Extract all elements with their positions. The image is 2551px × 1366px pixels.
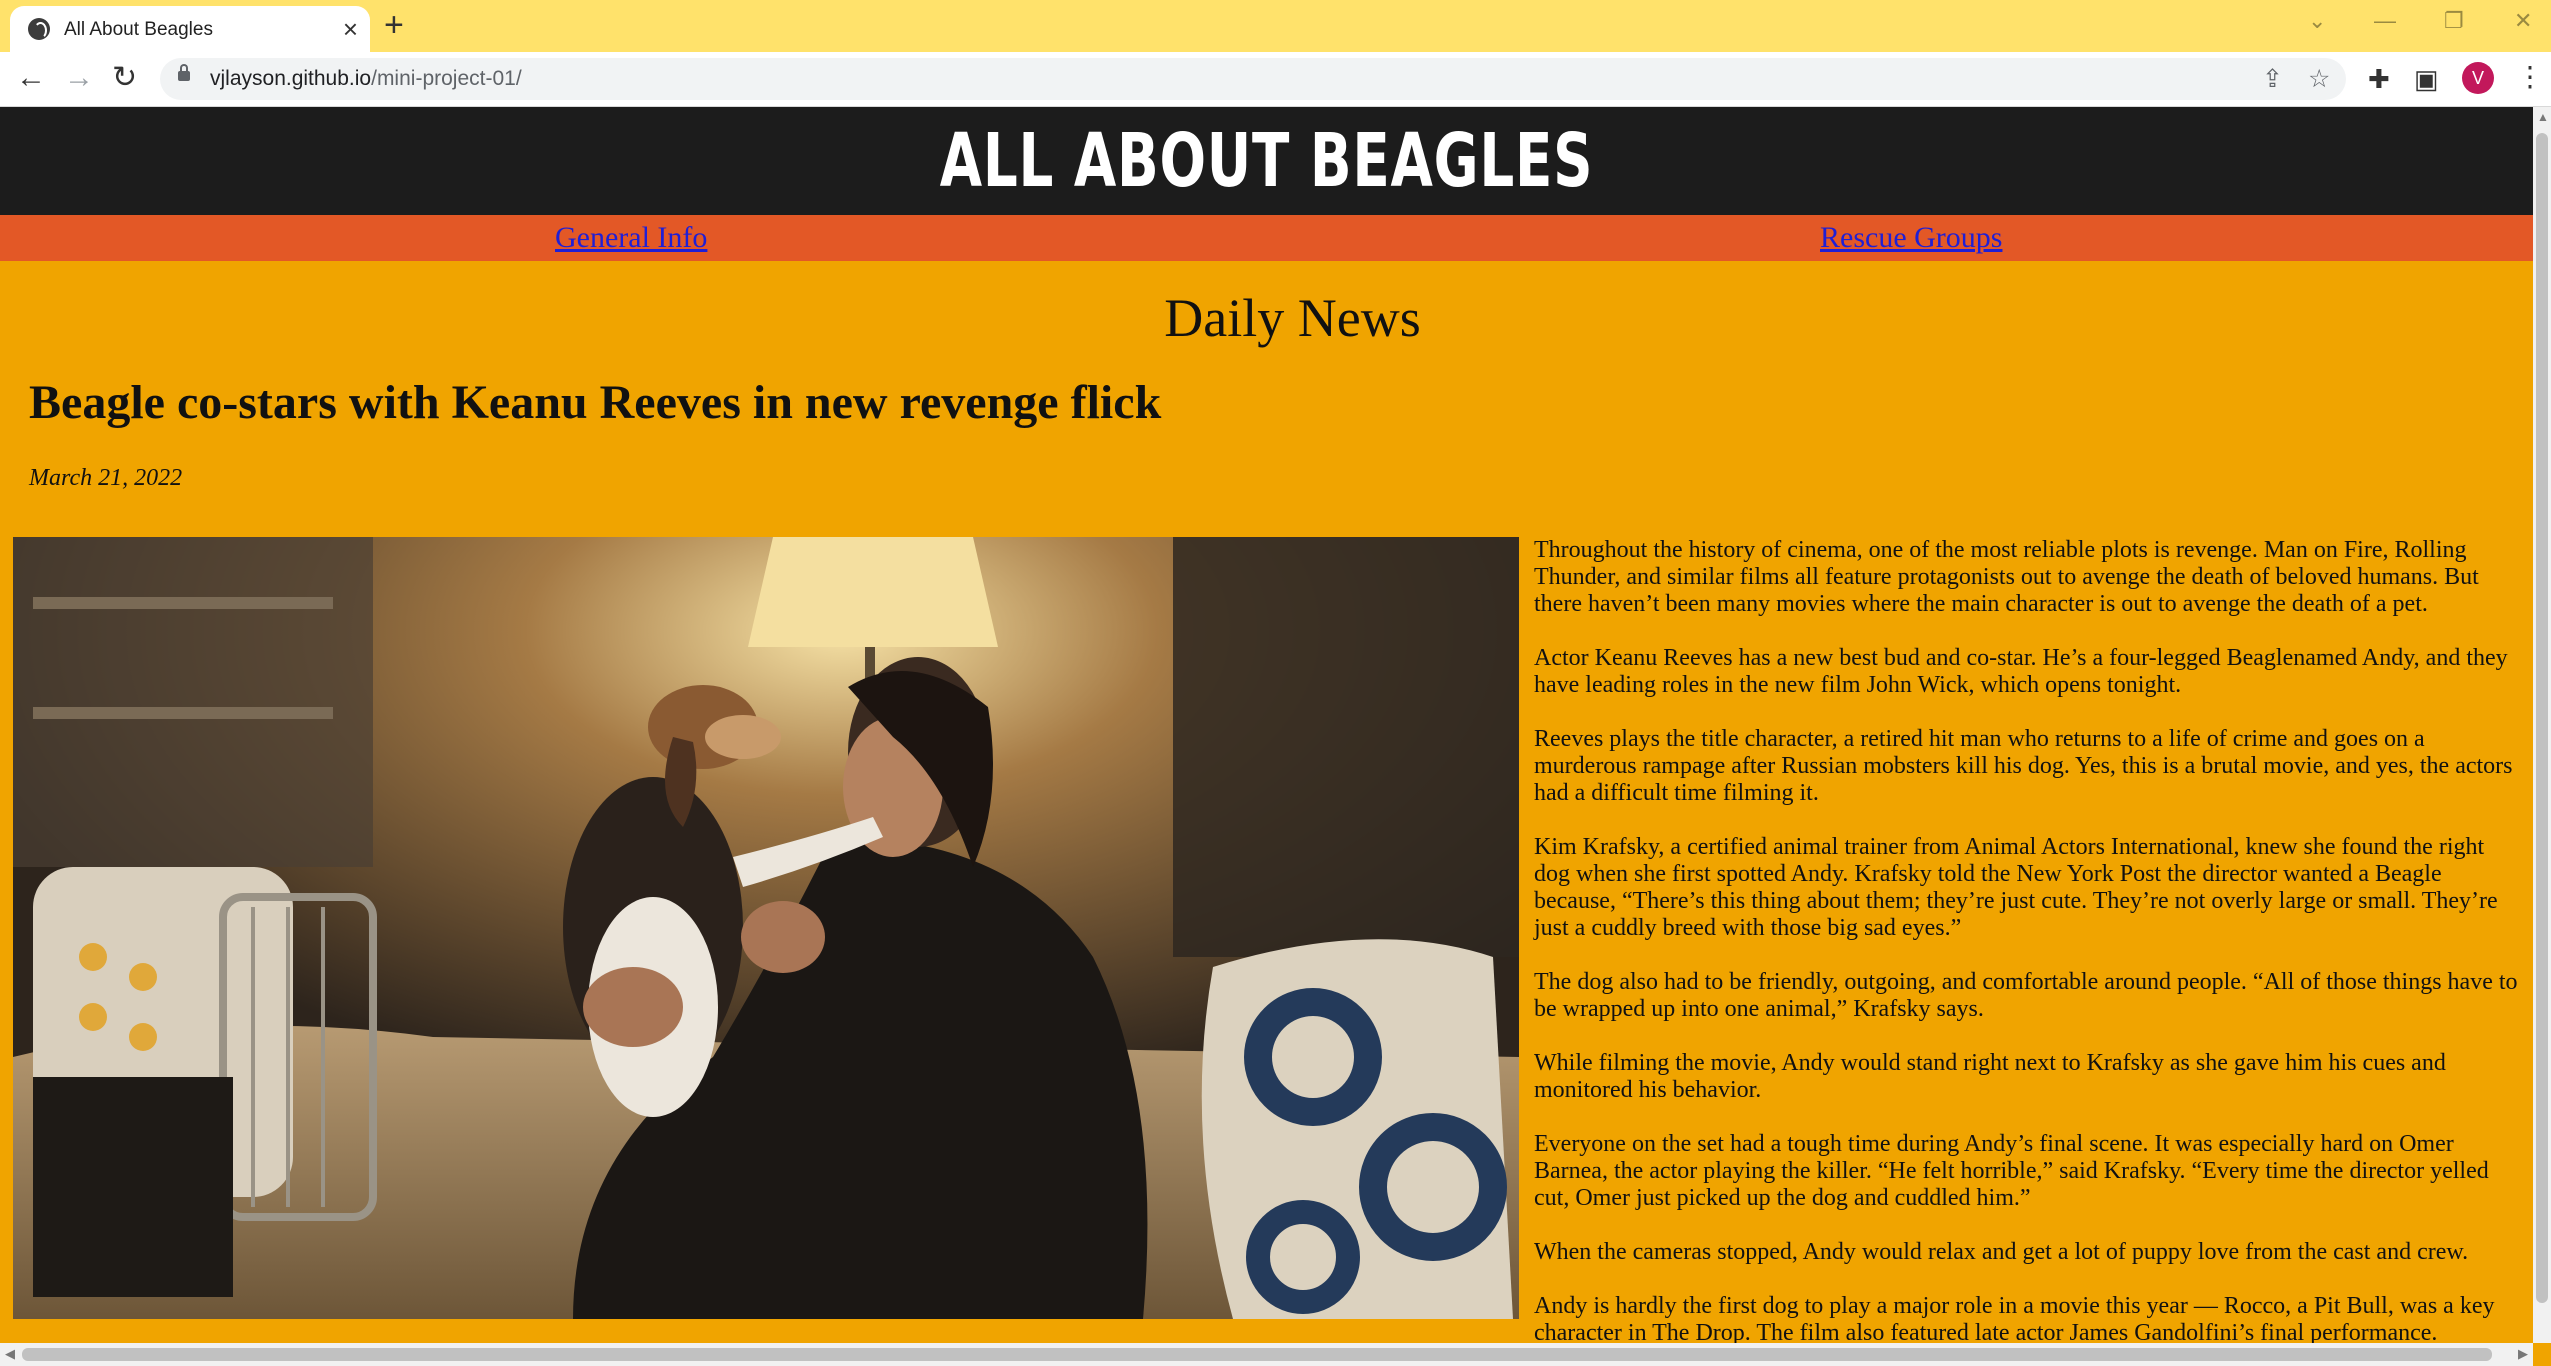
url-text[interactable]: vjlayson.github.io/mini-project-01/ xyxy=(210,66,522,92)
article-paragraph: When the cameras stopped, Andy would rel… xyxy=(1534,1239,2469,1265)
site-nav: General Info Rescue Groups xyxy=(0,215,2533,261)
scroll-right-arrow-icon[interactable]: ▶ xyxy=(2518,1347,2528,1361)
site-header: ALL ABOUT BEAGLES xyxy=(0,107,2533,215)
address-bar[interactable]: vjlayson.github.io/mini-project-01/ ⇪ ☆ xyxy=(160,58,2346,100)
tab-title: All About Beagles xyxy=(64,19,213,40)
article-paragraph: Andy is hardly the first dog to play a m… xyxy=(1534,1293,2495,1343)
close-icon[interactable]: × xyxy=(343,15,358,43)
article-paragraph: Kim Krafsky, a certified animal trainer … xyxy=(1534,834,2498,941)
kebab-menu-icon[interactable]: ⋮ xyxy=(2516,62,2544,92)
article-paragraph: Reeves plays the title character, a reti… xyxy=(1534,726,2513,806)
share-icon[interactable]: ⇪ xyxy=(2262,65,2283,93)
article-body: Throughout the history of cinema, one of… xyxy=(1534,537,2518,1343)
article-paragraph: Everyone on the set had a tough time dur… xyxy=(1534,1131,2489,1211)
section-title: Daily News xyxy=(1164,288,1421,348)
reload-icon[interactable]: ↻ xyxy=(112,62,137,94)
globe-icon xyxy=(28,18,50,40)
article-paragraph: While filming the movie, Andy would stan… xyxy=(1534,1050,2446,1103)
browser-tab[interactable]: All About Beagles × xyxy=(10,6,370,52)
article-date: March 21, 2022 xyxy=(29,465,183,491)
star-icon[interactable]: ☆ xyxy=(2308,65,2330,93)
avatar[interactable]: V xyxy=(2462,62,2494,94)
tab-search-icon[interactable]: ⌄ xyxy=(2308,8,2326,34)
window-close-icon[interactable]: ✕ xyxy=(2514,8,2532,34)
restore-icon[interactable]: ❐ xyxy=(2444,8,2464,34)
browser-toolbar: ← → ↻ vjlayson.github.io/mini-project-01… xyxy=(0,52,2551,107)
horizontal-scroll-thumb[interactable] xyxy=(22,1348,2492,1361)
browser-tab-bar: All About Beagles × + ⌄ — ❐ ✕ xyxy=(0,0,2551,52)
vertical-scrollbar[interactable]: ▲ xyxy=(2533,107,2551,1343)
page-viewport: ALL ABOUT BEAGLES General Info Rescue Gr… xyxy=(0,107,2533,1343)
forward-arrow-icon[interactable]: → xyxy=(64,62,94,94)
article-headline: Beagle co-stars with Keanu Reeves in new… xyxy=(29,376,1162,429)
nav-link-general-info[interactable]: General Info xyxy=(555,220,707,256)
article-paragraph: Actor Keanu Reeves has a new best bud an… xyxy=(1534,645,2508,698)
article-paragraph: The dog also had to be friendly, outgoin… xyxy=(1534,969,2518,1022)
plus-icon[interactable]: + xyxy=(384,8,404,42)
scroll-left-arrow-icon[interactable]: ◀ xyxy=(5,1347,15,1361)
lock-icon[interactable] xyxy=(178,64,190,81)
back-arrow-icon[interactable]: ← xyxy=(16,62,46,94)
scroll-up-arrow-icon[interactable]: ▲ xyxy=(2537,111,2549,123)
puzzle-icon[interactable]: ✚ xyxy=(2368,64,2390,94)
article-paragraph: Throughout the history of cinema, one of… xyxy=(1534,537,2479,617)
vertical-scroll-thumb[interactable] xyxy=(2536,133,2548,1303)
site-title: ALL ABOUT BEAGLES xyxy=(939,118,1594,204)
minimize-icon[interactable]: — xyxy=(2374,8,2396,34)
nav-link-rescue-groups[interactable]: Rescue Groups xyxy=(1820,220,2002,256)
article-photo xyxy=(13,537,1519,1319)
horizontal-scrollbar[interactable]: ◀ ▶ xyxy=(0,1343,2533,1366)
side-panel-icon[interactable]: ▣ xyxy=(2414,64,2439,94)
